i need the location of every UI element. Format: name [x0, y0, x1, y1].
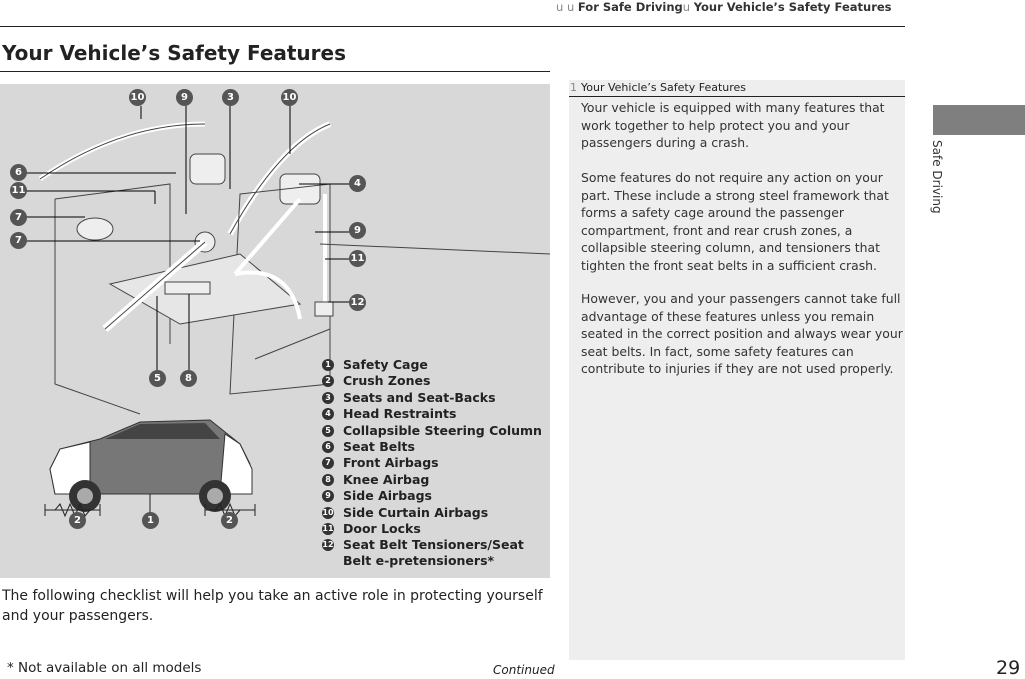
legend-item: 12 Seat Belt Tensioners/Seat Belt e-prete…: [322, 537, 524, 569]
legend-item: 4 Head Restraints: [322, 406, 542, 422]
legend-item: 6 Seat Belts: [322, 439, 542, 455]
legend-item: 2 Crush Zones: [322, 373, 542, 389]
callout-7: 7: [10, 232, 27, 249]
callout-2: 2: [221, 512, 238, 529]
callout-8: 8: [180, 370, 197, 387]
page-title: Your Vehicle’s Safety Features: [2, 41, 347, 65]
callout-1: 1: [142, 512, 159, 529]
legend-item: 8 Knee Airbag: [322, 472, 542, 488]
legend-item: 1 Safety Cage: [322, 357, 542, 373]
sidebar-note: 1 Your Vehicle’s Safety Features Your veh…: [569, 80, 905, 660]
callout-9: 9: [349, 222, 366, 239]
section-tab-marker: [933, 105, 1025, 135]
note-marker-icon: 1: [570, 81, 577, 94]
callout-6: 6: [10, 164, 27, 181]
callout-12: 12: [349, 294, 366, 311]
page-number: 29: [996, 657, 1021, 679]
continued-label: Continued: [493, 663, 555, 677]
callout-2: 2: [69, 512, 86, 529]
figure-legend: 1 Safety Cage 2 Crush Zones 3 Seats and Sea…: [322, 357, 542, 571]
legend-item: 11 Door Locks: [322, 520, 421, 536]
callout-4: 4: [349, 175, 366, 192]
title-rule: [0, 71, 550, 72]
callout-11: 11: [349, 250, 366, 267]
breadcrumb-page: Your Vehicle’s Safety Features: [693, 0, 892, 14]
breadcrumb: u u For Safe Drivingu Your Vehicle’s Saf…: [556, 0, 892, 14]
callout-10: 10: [129, 89, 146, 106]
breadcrumb-section[interactable]: For Safe Driving: [578, 0, 683, 14]
callout-9: 9: [176, 89, 193, 106]
callout-11: 11: [10, 182, 27, 199]
callout-10: 10: [281, 89, 298, 106]
legend-item: 10 Side Curtain Airbags: [322, 504, 489, 520]
legend-item: 7 Front Airbags: [322, 455, 542, 471]
footnote: * Not available on all models: [7, 660, 202, 676]
note-paragraph: Your vehicle is equipped with many featu…: [581, 100, 885, 150]
note-paragraph: However, you and your passengers cannot …: [581, 291, 903, 376]
legend-item: 9 Side Airbags: [322, 488, 542, 504]
legend-item: 3 Seats and Seat-Backs: [322, 390, 542, 406]
note-paragraph: Some features do not require any action …: [581, 170, 889, 273]
callout-7: 7: [10, 209, 27, 226]
header-rule: [0, 26, 905, 27]
note-heading: 1 Your Vehicle’s Safety Features: [569, 80, 905, 97]
vehicle-exterior-illustration: [44, 419, 256, 524]
legend-item: 5 Collapsible Steering Column: [322, 423, 542, 439]
body-text: The following checklist will help you ta…: [2, 588, 543, 624]
callout-5: 5: [149, 370, 166, 387]
section-tab-label[interactable]: Safe Driving: [930, 140, 944, 214]
callout-3: 3: [222, 89, 239, 106]
